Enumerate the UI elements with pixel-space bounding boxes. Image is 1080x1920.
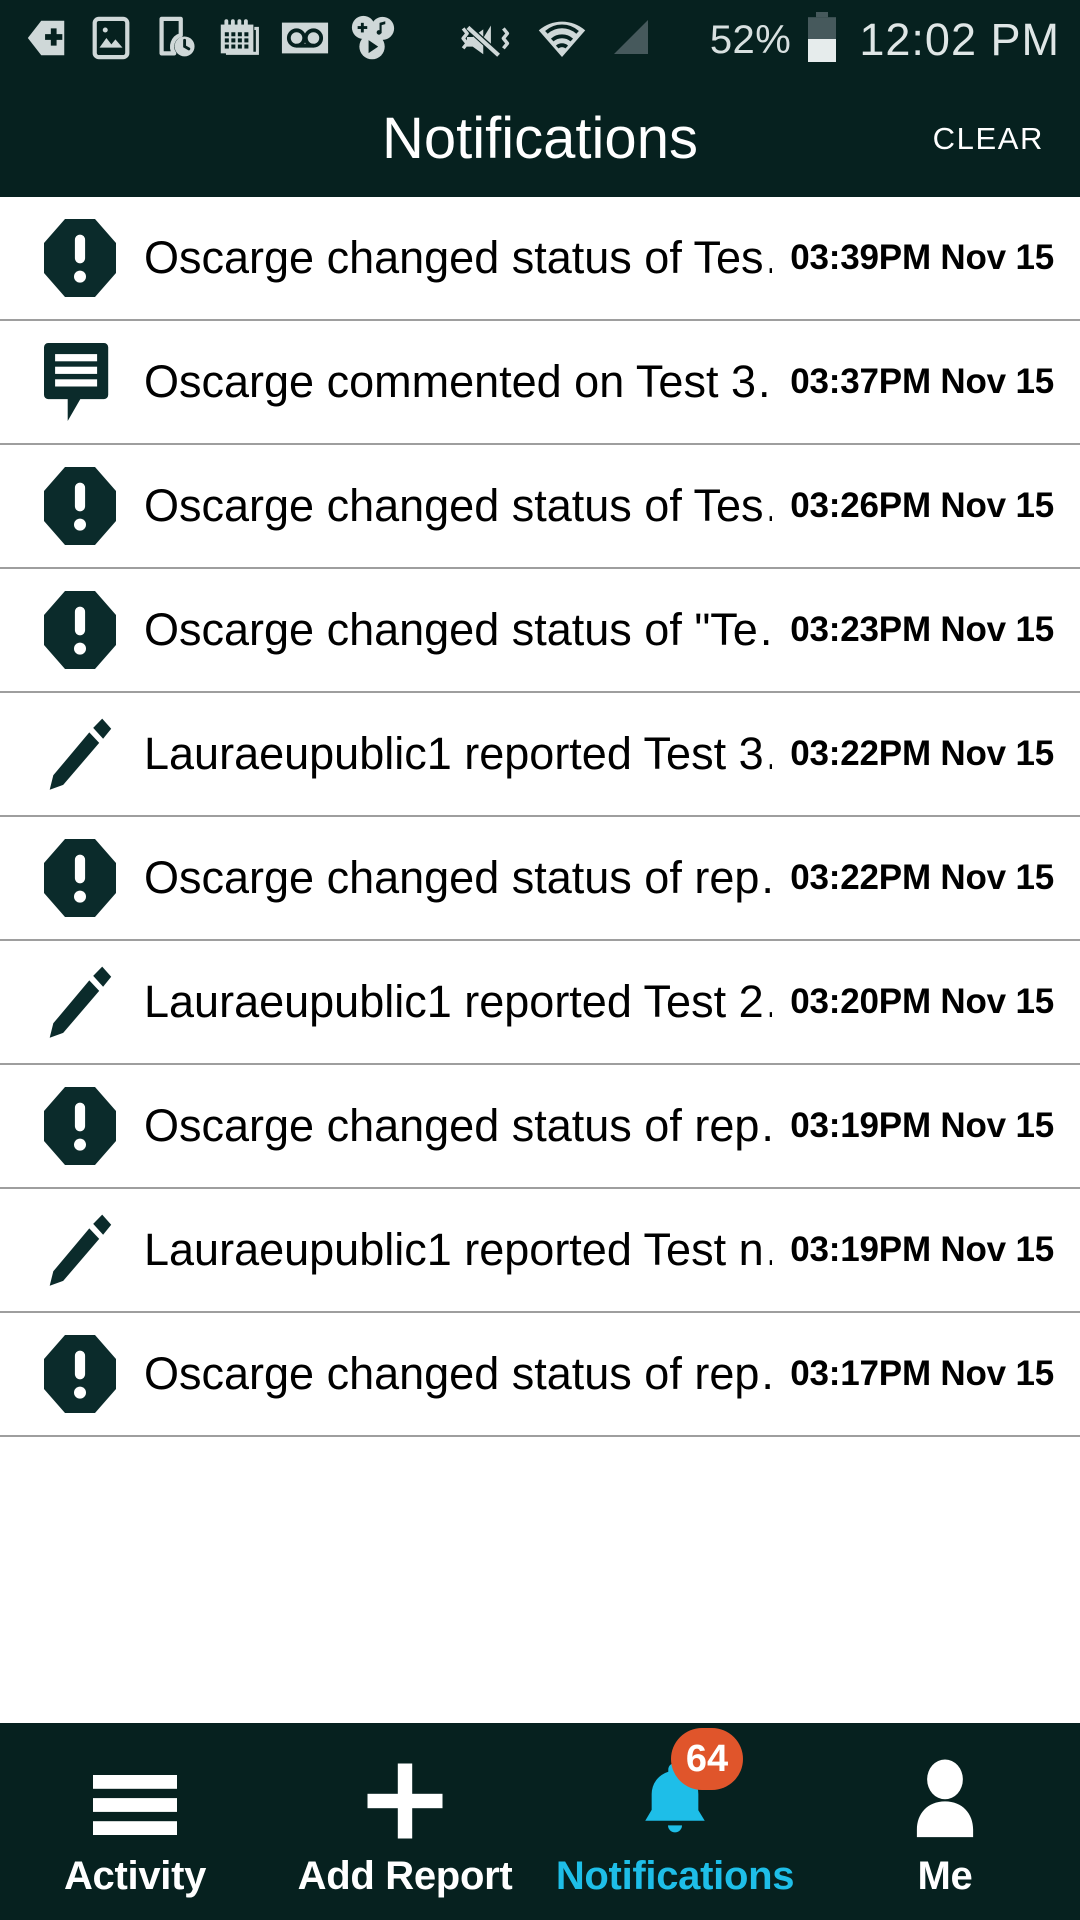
nav-item-me[interactable]: Me	[810, 1723, 1080, 1920]
clear-button[interactable]: CLEAR	[933, 121, 1044, 157]
notification-timestamp: 03:17PM Nov 15	[790, 1354, 1054, 1393]
status-bar: 52% 12:02 PM	[0, 0, 1080, 80]
status-bar-clock: 12:02 PM	[859, 14, 1060, 65]
pencil-icon	[32, 954, 128, 1050]
notification-timestamp: 03:19PM Nov 15	[790, 1106, 1054, 1145]
notification-timestamp: 03:39PM Nov 15	[790, 238, 1054, 277]
voicemail-icon	[280, 15, 330, 66]
notification-row[interactable]: Lauraeupublic1 reported Test 3… 03:22PM N…	[0, 693, 1080, 817]
person-icon	[911, 1744, 979, 1840]
alert-octagon-icon	[32, 830, 128, 926]
calendar-icon	[216, 15, 262, 66]
notification-row[interactable]: Oscarge changed status of Tes… 03:26PM No…	[0, 445, 1080, 569]
nav-label: Add Report	[297, 1854, 513, 1898]
notification-text: Lauraeupublic1 reported Test 3…	[144, 729, 773, 779]
battery-icon	[805, 11, 839, 69]
alert-octagon-icon	[32, 582, 128, 678]
comment-icon	[32, 334, 128, 430]
nav-label: Notifications	[555, 1854, 795, 1898]
hamburger-menu-icon	[93, 1744, 177, 1840]
notification-text: Oscarge changed status of Tes…	[144, 233, 773, 283]
notification-timestamp: 03:19PM Nov 15	[790, 1230, 1054, 1269]
notification-text: Oscarge changed status of "Te…	[144, 605, 773, 655]
game-music-play-icon	[348, 14, 398, 67]
alert-octagon-icon	[32, 1326, 128, 1422]
notification-row[interactable]: Oscarge commented on Test 3… 03:37PM Nov …	[0, 321, 1080, 445]
image-icon	[88, 15, 134, 66]
notification-list[interactable]: Oscarge changed status of Tes… 03:39PM No…	[0, 197, 1080, 1723]
pencil-icon	[32, 1202, 128, 1298]
plus-icon	[366, 1744, 444, 1840]
cellular-signal-icon	[606, 15, 654, 66]
notification-badge: 64	[671, 1728, 743, 1790]
alert-octagon-icon	[32, 1078, 128, 1174]
vibrate-mute-icon	[460, 15, 518, 66]
app-bar: Notifications CLEAR	[0, 80, 1080, 197]
bell-icon: 64	[640, 1728, 743, 1840]
notification-timestamp: 03:23PM Nov 15	[790, 610, 1054, 649]
pencil-icon	[32, 706, 128, 802]
status-bar-icons	[24, 14, 654, 67]
notification-row[interactable]: Oscarge changed status of rep… 03:19PM No…	[0, 1065, 1080, 1189]
status-bar-right: 52% 12:02 PM	[709, 11, 1060, 69]
notification-timestamp: 03:22PM Nov 15	[790, 734, 1054, 773]
notification-timestamp: 03:22PM Nov 15	[790, 858, 1054, 897]
bottom-navigation-bar[interactable]: Activity Add Report 64 Notifications Me	[0, 1723, 1080, 1920]
notification-row[interactable]: Oscarge changed status of "Te… 03:23PM No…	[0, 569, 1080, 693]
notification-text: Oscarge changed status of rep…	[144, 1349, 773, 1399]
notification-text: Lauraeupublic1 reported Test 2…	[144, 977, 773, 1027]
notification-row[interactable]: Oscarge changed status of Tes… 03:39PM No…	[0, 197, 1080, 321]
battery-percent-label: 52%	[709, 17, 792, 62]
nav-item-activity[interactable]: Activity	[0, 1723, 270, 1920]
wifi-icon	[536, 15, 588, 66]
notification-timestamp: 03:20PM Nov 15	[790, 982, 1054, 1021]
bookmark-add-icon	[24, 15, 70, 66]
alert-octagon-icon	[32, 210, 128, 306]
notification-text: Oscarge commented on Test 3…	[144, 357, 773, 407]
nav-label: Activity	[63, 1854, 207, 1898]
page-title: Notifications	[382, 106, 698, 171]
notification-row[interactable]: Lauraeupublic1 reported Test 2… 03:20PM N…	[0, 941, 1080, 1065]
nav-item-notifications[interactable]: 64 Notifications	[540, 1723, 810, 1920]
notification-row[interactable]: Lauraeupublic1 reported Test n… 03:19PM N…	[0, 1189, 1080, 1313]
phone-clock-icon	[152, 15, 198, 66]
alert-octagon-icon	[32, 458, 128, 554]
notification-timestamp: 03:37PM Nov 15	[790, 362, 1054, 401]
notification-text: Oscarge changed status of rep…	[144, 1101, 773, 1151]
notification-timestamp: 03:26PM Nov 15	[790, 486, 1054, 525]
notification-row[interactable]: Oscarge changed status of rep… 03:22PM No…	[0, 817, 1080, 941]
notification-text: Lauraeupublic1 reported Test n…	[144, 1225, 773, 1275]
notification-text: Oscarge changed status of Tes…	[144, 481, 773, 531]
nav-label: Me	[917, 1854, 973, 1898]
notification-row[interactable]: Oscarge changed status of rep… 03:17PM No…	[0, 1313, 1080, 1437]
nav-item-add-report[interactable]: Add Report	[270, 1723, 540, 1920]
notification-text: Oscarge changed status of rep…	[144, 853, 773, 903]
